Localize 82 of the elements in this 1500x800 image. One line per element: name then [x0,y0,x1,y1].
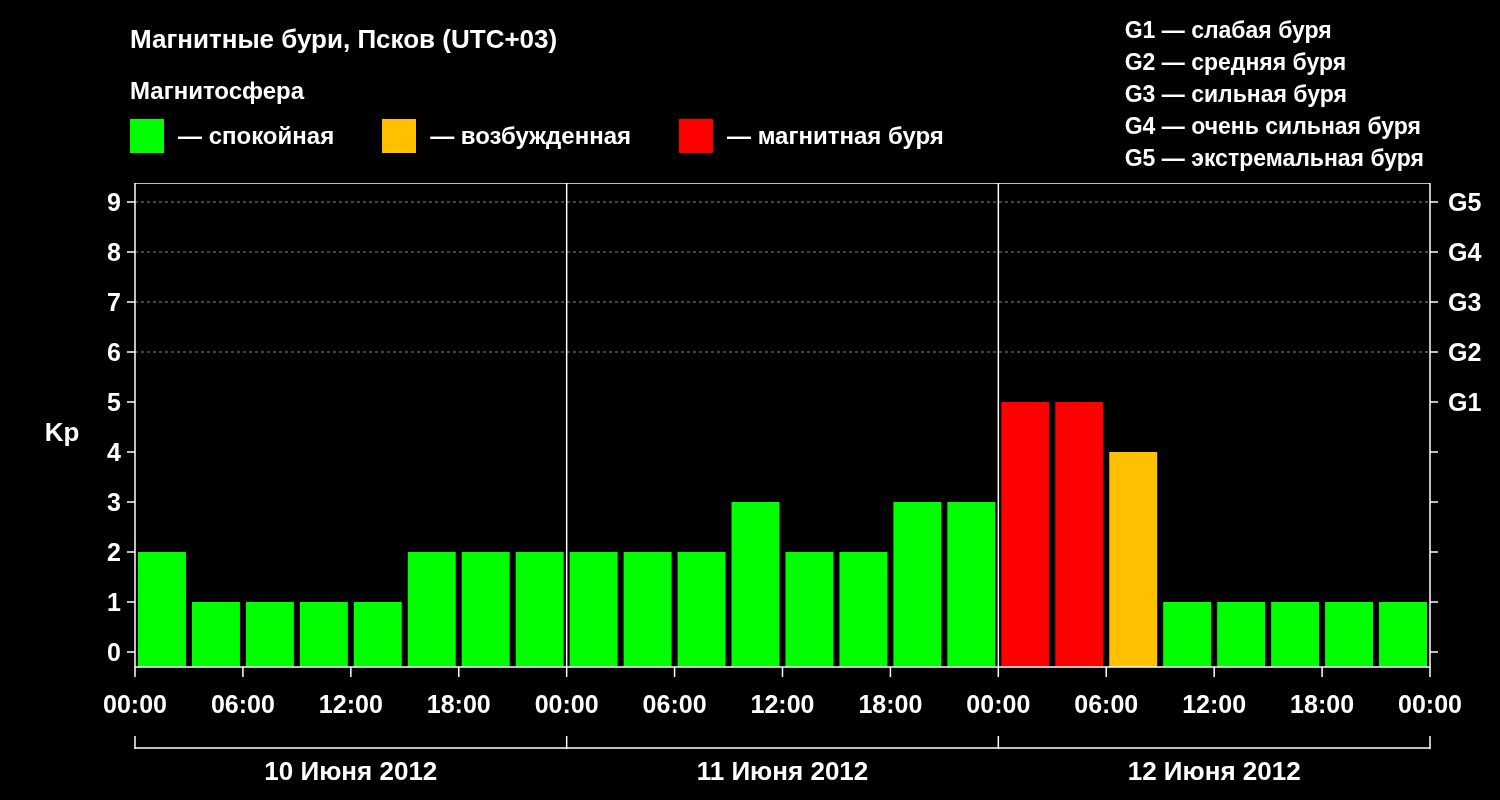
y-tick-label: 6 [107,338,121,366]
x-tick [1213,666,1215,678]
kp-bar [1325,602,1374,667]
scale-entry: G5 — экстремальная буря [1124,144,1424,173]
g-level-label: G3 [1448,288,1482,316]
right-tick [1429,351,1439,353]
legend-label: — магнитная буря [727,122,944,150]
x-tick-label: 00:00 [534,690,599,718]
x-tick [242,666,244,678]
y-tick-label: 5 [107,388,121,416]
day-label: 11 Июня 2012 [696,756,869,786]
x-tick [1429,666,1431,678]
x-tick-label: 06:00 [642,690,707,718]
y-tick [126,551,136,553]
kp-bar [245,602,294,667]
right-tick [1429,201,1439,203]
x-tick [1321,666,1323,678]
scale-entry: G2 — средняя буря [1124,48,1348,77]
y-tick-label: 4 [107,438,121,466]
g-level-label: G4 [1448,238,1482,266]
y-tick [126,351,136,353]
scale-entry: G4 — очень сильная буря [1124,112,1422,141]
x-tick-label: 06:00 [210,690,275,718]
x-tick [889,666,892,678]
x-tick-label: 18:00 [426,690,491,718]
x-tick-label: 18:00 [1290,690,1355,718]
right-tick [1429,451,1439,453]
legend-title: Магнитосфера [130,77,306,105]
right-tick [1429,251,1439,253]
kp-bar [1379,602,1427,667]
day-label: 12 Июня 2012 [1127,756,1301,786]
right-tick [1429,501,1439,503]
day-label: 10 Июня 2012 [264,756,438,786]
y-tick [126,201,136,203]
y-tick-label: 1 [107,588,121,616]
g-level-label: G5 [1448,188,1482,216]
y-tick-label: 0 [107,638,121,666]
y-tick [126,401,136,403]
x-tick-label: 12:00 [750,690,815,718]
x-tick [673,666,676,678]
kp-bar [1163,602,1212,667]
y-tick [126,601,136,603]
kp-bar [353,602,402,667]
legend-label: — спокойная [178,122,335,150]
y-tick-label: 3 [107,488,121,516]
right-tick [1429,651,1439,653]
x-tick [458,666,460,678]
g-level-label: G2 [1448,338,1482,366]
kp-bar [299,602,348,667]
y-tick [126,301,136,303]
right-tick [1429,551,1439,553]
kp-bar [191,602,240,667]
x-tick-label: 00:00 [103,690,167,718]
x-tick-label: 06:00 [1074,690,1139,718]
right-tick [1429,401,1439,403]
y-tick [126,451,136,453]
scale-entry: G3 — сильная буря [1124,80,1348,109]
kp-bar [1217,602,1266,667]
y-tick-label: 9 [107,188,121,216]
y-tick [126,651,136,653]
right-tick [1429,601,1439,603]
y-tick [126,251,136,253]
chart-title: Магнитные бури, Псков (UTC+03) [130,24,559,55]
x-tick-label: 12:00 [1182,690,1247,718]
legend-label: — возбужденная [430,122,631,150]
y-tick-label: 7 [107,288,121,316]
scale-entry: G1 — слабая буря [1124,16,1333,45]
right-tick [1429,301,1439,303]
x-tick-label: 00:00 [1398,690,1462,718]
x-tick-label: 00:00 [966,690,1031,718]
y-tick-label: 2 [107,538,121,566]
kp-bar [1271,602,1320,667]
x-tick [781,666,784,678]
y-axis-label: Kp [44,417,80,447]
x-tick [1105,666,1107,678]
g-level-label: G1 [1448,388,1482,416]
x-tick [350,666,352,678]
y-tick [126,501,136,503]
y-tick-label: 8 [107,238,121,266]
x-tick [134,666,136,678]
x-tick-label: 12:00 [318,690,383,718]
x-tick-label: 18:00 [858,690,923,718]
